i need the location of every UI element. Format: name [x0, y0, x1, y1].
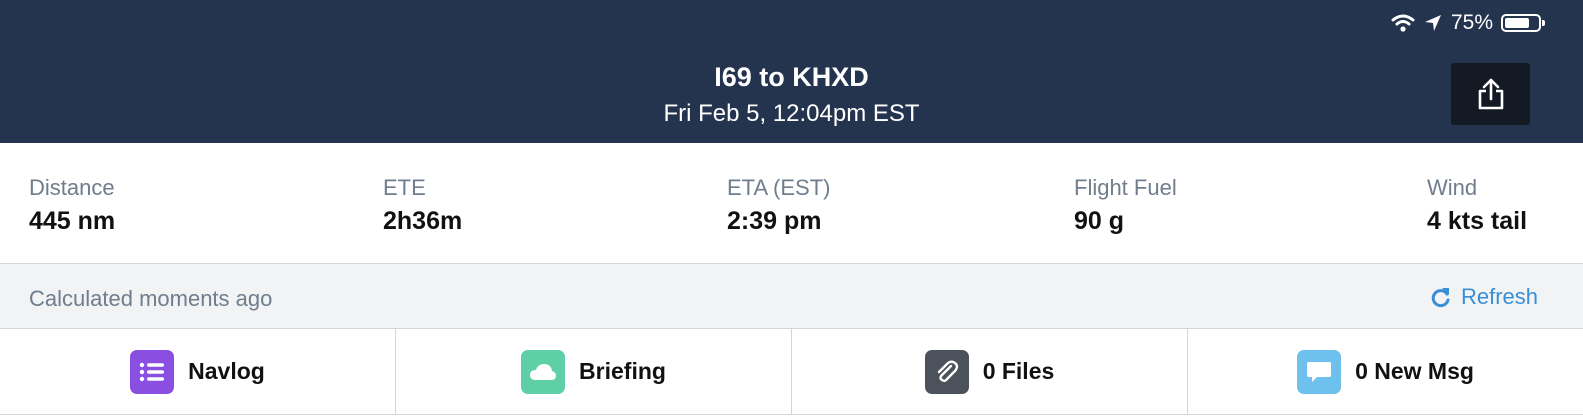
calculated-status: Calculated moments ago [29, 286, 273, 311]
battery-percent: 75% [1450, 11, 1493, 34]
stat-value: 4 kts tail [1427, 207, 1528, 235]
stat-label: ETE [383, 175, 426, 200]
stat-ete: ETE 2h36m [383, 175, 462, 236]
list-icon [130, 349, 175, 394]
tab-label: Navlog [188, 358, 265, 384]
tab-label: 0 Files [982, 358, 1055, 384]
header-bar: 75% I69 to KHXD Fri Feb 5, 12:04pm EST [0, 0, 1583, 143]
stat-value: 2h36m [383, 207, 463, 235]
stat-value: 445 nm [29, 207, 116, 235]
page-title: I69 to KHXD [714, 62, 869, 92]
wifi-icon [1391, 14, 1415, 32]
location-arrow-icon [1424, 15, 1441, 31]
paperclip-icon [924, 349, 969, 394]
tab-label: 0 New Msg [1355, 358, 1474, 384]
tab-files[interactable]: 0 Files [792, 329, 1188, 414]
stat-wind: Wind 4 kts tail [1427, 175, 1527, 236]
stat-label: Distance [29, 175, 115, 200]
refresh-button[interactable]: Refresh [1430, 284, 1538, 310]
status-bar: 75% [1391, 9, 1545, 37]
share-icon [1478, 78, 1503, 110]
tab-briefing[interactable]: Briefing [396, 329, 792, 414]
tab-messages[interactable]: 0 New Msg [1188, 329, 1583, 414]
flight-stats: Distance 445 nm ETE 2h36m ETA (EST) 2:39… [0, 143, 1583, 264]
page-subtitle: Fri Feb 5, 12:04pm EST [663, 100, 920, 127]
refresh-label: Refresh [1460, 284, 1538, 309]
share-button[interactable] [1451, 63, 1530, 125]
refresh-icon [1431, 288, 1450, 308]
stat-eta: ETA (EST) 2:39 pm [727, 175, 831, 236]
battery-icon [1501, 14, 1545, 32]
stat-value: 90 g [1074, 207, 1125, 235]
tab-label: Briefing [579, 358, 666, 384]
calculation-bar: Calculated moments ago Refresh [0, 264, 1583, 329]
stat-label: Flight Fuel [1074, 175, 1177, 200]
stat-value: 2:39 pm [727, 207, 822, 235]
stat-label: Wind [1427, 175, 1478, 200]
stat-flight-fuel: Flight Fuel 90 g [1074, 175, 1177, 236]
stat-label: ETA (EST) [727, 175, 831, 200]
bottom-tabs: Navlog Briefing 0 Files 0 New Msg [0, 329, 1583, 415]
stat-distance: Distance 445 nm [29, 175, 115, 236]
tab-navlog[interactable]: Navlog [0, 329, 396, 414]
cloud-icon [521, 349, 566, 394]
chat-bubble-icon [1297, 349, 1342, 394]
